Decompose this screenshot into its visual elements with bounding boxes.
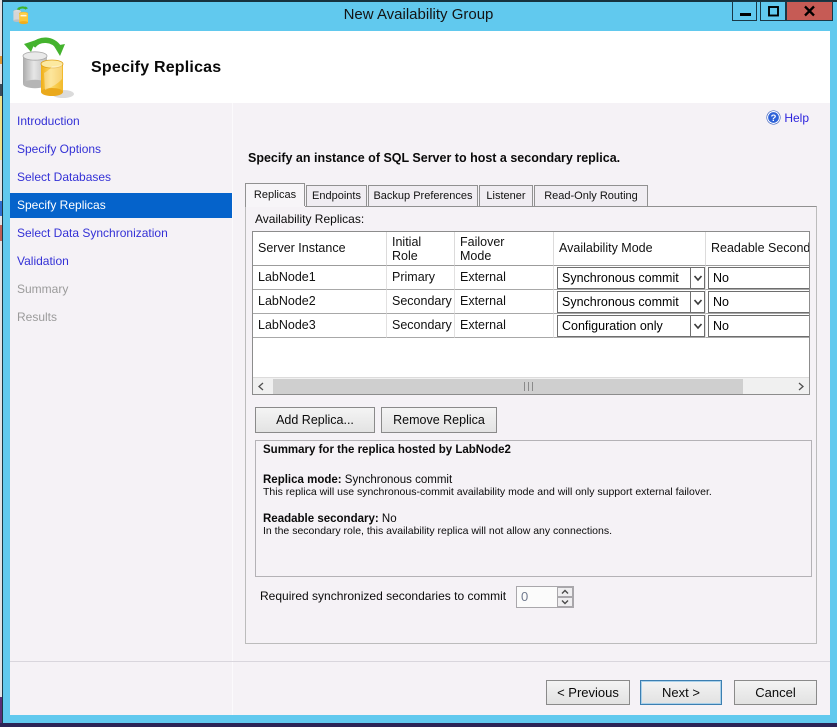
svg-text:?: ?: [771, 113, 777, 124]
